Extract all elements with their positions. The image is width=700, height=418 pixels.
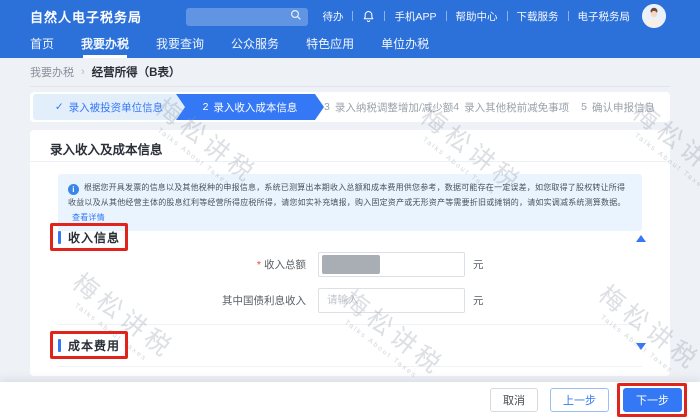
next-step-wrap: 下一步 — [623, 388, 682, 412]
notice-banner: i根据您开具发票的信息以及其他税种的申报信息，系统已测算出本期收入总额和成本费用… — [58, 174, 642, 231]
divider — [568, 11, 569, 21]
cost-section-title: 成本费用 — [68, 337, 120, 354]
breadcrumb-parent[interactable]: 我要办税 — [30, 64, 74, 80]
treasury-interest-row: 其中国债利息收入 元 — [30, 287, 670, 313]
nav-item-inquiry[interactable]: 我要查询 — [156, 32, 204, 58]
required-mark: * — [257, 259, 261, 271]
divider — [58, 366, 642, 367]
divider — [384, 11, 385, 21]
total-income-field[interactable] — [318, 252, 465, 277]
download-service-link[interactable]: 下载服务 — [517, 9, 559, 24]
step-number: 2 — [203, 101, 209, 113]
info-icon: i — [68, 184, 79, 195]
step-label: 录入纳税调整增加/减少额 — [335, 100, 453, 115]
nav-item-home[interactable]: 首页 — [30, 32, 54, 58]
income-cost-form-card: 录入收入及成本信息 i根据您开具发票的信息以及其他税种的申报信息，系统已测算出本… — [30, 130, 670, 376]
etax-bureau-link[interactable]: 电子税务局 — [578, 9, 631, 24]
step-4-pretax-deduction: 4 录入其他税前减免事项 — [453, 94, 569, 120]
cancel-button[interactable]: 取消 — [490, 388, 538, 412]
header-right: 待办 手机APP 帮助中心 下载服务 电子税务局 — [186, 4, 666, 28]
step-label: 录入其他税前减免事项 — [464, 100, 569, 115]
step-5-confirm: 5 确认申报信息 — [569, 94, 667, 120]
collapse-arrow-icon[interactable] — [636, 235, 646, 242]
nav-item-featured-apps[interactable]: 特色应用 — [306, 32, 354, 58]
breadcrumb-separator: › — [81, 66, 85, 78]
view-details-link[interactable]: 查看详情 — [72, 213, 105, 222]
divider — [446, 11, 447, 21]
step-number: 5 — [581, 101, 587, 113]
treasury-interest-label: 其中国债利息收入 — [30, 293, 306, 308]
search-icon[interactable] — [290, 9, 302, 21]
prev-step-button[interactable]: 上一步 — [550, 388, 609, 412]
redacted-value — [322, 255, 380, 274]
action-footer: 取消 上一步 下一步 — [0, 382, 700, 418]
treasury-interest-input[interactable] — [318, 288, 465, 313]
search-box — [186, 6, 308, 26]
divider — [352, 11, 353, 21]
divider — [58, 324, 642, 325]
unit-label: 元 — [473, 293, 484, 308]
step-label: 确认申报信息 — [592, 100, 655, 115]
income-section-title: 收入信息 — [68, 229, 120, 246]
todo-link[interactable]: 待办 — [322, 9, 343, 24]
natural-person-etax-page: 自然人电子税务局 待办 手机APP 帮助中心 下载服务 电子税务局 — [0, 0, 700, 418]
step-1-investee-info: ✓ 录入被投资单位信息 — [33, 94, 185, 120]
help-center-link[interactable]: 帮助中心 — [456, 9, 498, 24]
cost-section-header: 成本费用 — [58, 337, 120, 353]
notice-text: 根据您开具发票的信息以及其他税种的申报信息，系统已测算出本期收入总额和成本费用供… — [68, 183, 626, 207]
divider — [30, 161, 670, 162]
nav-item-tax-handling[interactable]: 我要办税 — [81, 32, 129, 58]
nav-item-unit-tax[interactable]: 单位办税 — [381, 32, 429, 58]
app-header: 自然人电子税务局 待办 手机APP 帮助中心 下载服务 电子税务局 — [0, 0, 700, 32]
step-number: 3 — [324, 101, 330, 113]
bell-icon[interactable] — [362, 10, 375, 23]
section-accent-bar — [58, 231, 61, 244]
step-2-income-cost: 2 录入收入成本信息 — [176, 94, 324, 120]
total-income-label: *收入总额 — [30, 257, 306, 272]
divider — [507, 11, 508, 21]
unit-label: 元 — [473, 257, 484, 272]
app-title: 自然人电子税务局 — [30, 7, 142, 26]
page-title: 录入收入及成本信息 — [50, 139, 163, 158]
user-avatar[interactable] — [642, 4, 666, 28]
main-nav: 首页 我要办税 我要查询 公众服务 特色应用 单位办税 — [0, 32, 700, 58]
breadcrumb-current: 经营所得（B表） — [92, 64, 181, 80]
check-icon: ✓ — [55, 101, 64, 113]
expand-arrow-icon[interactable] — [636, 343, 646, 350]
step-indicator: ✓ 录入被投资单位信息 2 录入收入成本信息 3 录入纳税调整增加/减少额 4 … — [30, 92, 670, 122]
step-label: 录入收入成本信息 — [213, 100, 297, 115]
next-step-button[interactable]: 下一步 — [623, 388, 682, 412]
divider — [30, 86, 670, 87]
section-accent-bar — [58, 339, 61, 352]
step-label: 录入被投资单位信息 — [69, 100, 164, 115]
step-3-tax-adjustment: 3 录入纳税调整增加/减少额 — [324, 94, 453, 120]
income-section-header: 收入信息 — [58, 229, 120, 245]
total-income-row: *收入总额 元 — [30, 251, 670, 277]
nav-item-public-service[interactable]: 公众服务 — [231, 32, 279, 58]
breadcrumb: 我要办税 › 经营所得（B表） — [30, 64, 180, 80]
mobile-app-link[interactable]: 手机APP — [394, 9, 436, 24]
step-number: 4 — [453, 101, 459, 113]
